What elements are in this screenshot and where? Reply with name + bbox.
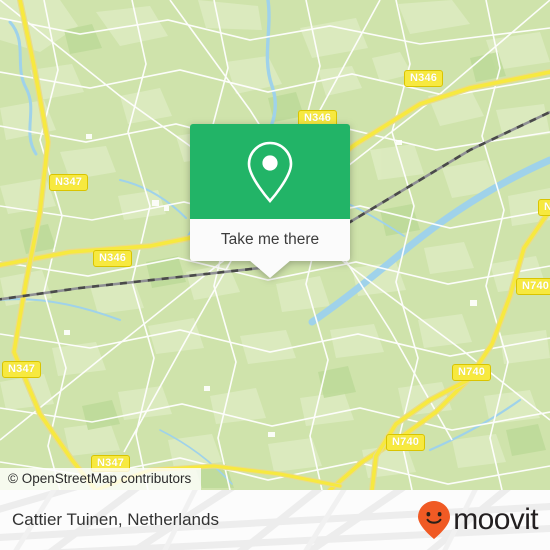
take-me-there-label: Take me there <box>220 231 320 248</box>
take-me-there-button[interactable]: Take me there <box>190 219 350 261</box>
road-shield-n347: N347 <box>2 361 42 378</box>
road-shield-n740: N740 <box>386 434 426 451</box>
road-shield-n740: N740 <box>516 278 550 295</box>
popup-pointer-tail <box>249 260 291 278</box>
road-shield-n740: N740 <box>452 364 492 381</box>
moovit-pin-smiley-icon <box>418 501 451 539</box>
road-shield-n346: N346 <box>404 70 444 87</box>
location-title: Cattier Tuinen, Netherlands <box>12 510 219 529</box>
moovit-map-screen: N346 N346 N347 N346 N740 N347 N740 N740 N347 N © … <box>0 0 550 550</box>
road-shield-n346: N346 <box>93 250 133 267</box>
footer-bar: Cattier Tuinen, Netherlands moovit <box>0 490 550 550</box>
popup-header <box>190 124 350 219</box>
moovit-wordmark: moovit <box>453 503 538 536</box>
location-popup-card[interactable]: Take me there <box>190 124 350 278</box>
road-shield-n: N <box>538 199 550 216</box>
road-shield-n347: N347 <box>49 174 89 191</box>
moovit-logo[interactable]: moovit <box>417 500 539 540</box>
map-attribution[interactable]: © OpenStreetMap contributors <box>0 468 202 490</box>
map-pin-icon <box>247 141 293 203</box>
